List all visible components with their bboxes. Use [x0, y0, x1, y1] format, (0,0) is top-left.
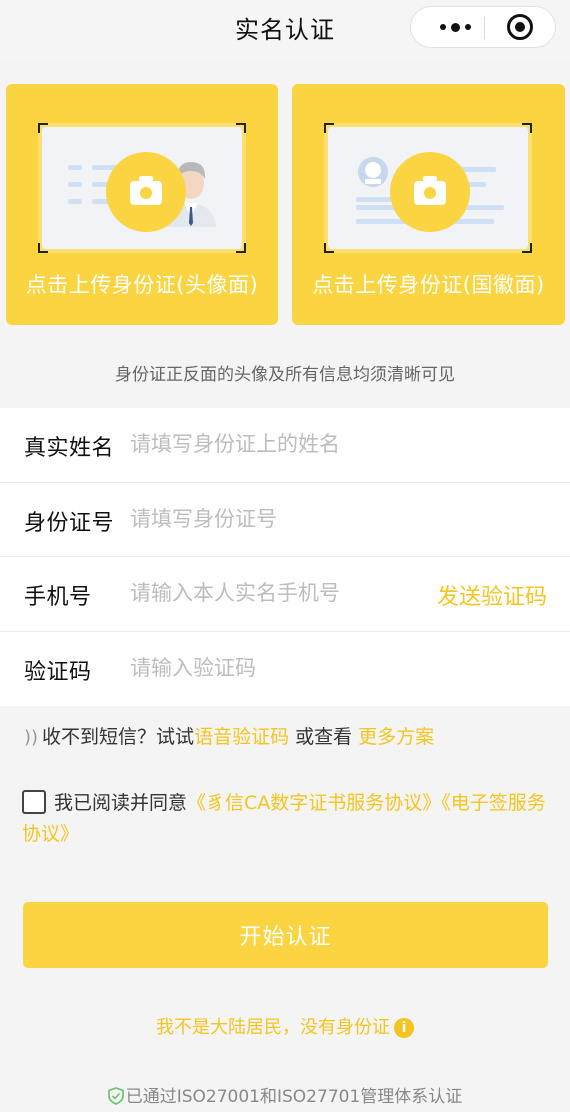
capsule-divider [484, 17, 485, 39]
shield-check-icon [107, 1087, 124, 1105]
emblem-icon [358, 157, 388, 187]
agree-checkbox[interactable] [22, 790, 46, 814]
send-code-button[interactable]: 发送验证码 [437, 579, 547, 611]
camera-icon [130, 176, 162, 205]
certification-text: 已通过ISO27001和ISO27701管理体系认证 [125, 1087, 463, 1107]
id-row: 身份证号 [0, 483, 570, 557]
sound-wave-icon: )) [24, 727, 39, 748]
code-input[interactable] [130, 645, 400, 690]
more-icon[interactable] [427, 7, 483, 47]
not-resident-text: 我不是大陆居民，没有身份证 [156, 1017, 390, 1038]
close-target-icon[interactable] [507, 14, 533, 40]
certification-note: 已通过ISO27001和ISO27701管理体系认证 [0, 1082, 570, 1107]
id-front-illustration [38, 123, 246, 253]
sms-help-middle: 或查看 [289, 726, 359, 748]
sms-help-text: 收不到短信？试试 [42, 726, 195, 748]
code-label: 验证码 [24, 659, 92, 685]
upload-id-front-card[interactable]: 点击上传身份证(头像面) [6, 84, 278, 325]
ca-agreement-link[interactable]: 《豸信CA数字证书服务协议》 [187, 792, 441, 814]
camera-icon [414, 176, 446, 205]
agree-text: 我已阅读并同意 [54, 792, 188, 814]
sms-help: )) 收不到短信？试试语音验证码 或查看 更多方案 [24, 722, 434, 749]
upload-id-back-card[interactable]: 点击上传身份证(国徽面) [292, 84, 565, 325]
name-row: 真实姓名 [0, 408, 570, 483]
more-options-link[interactable]: 更多方案 [358, 726, 434, 748]
voice-code-link[interactable]: 语音验证码 [194, 726, 289, 748]
info-icon[interactable]: i [394, 1018, 414, 1038]
phone-row: 手机号 发送验证码 [0, 557, 570, 632]
camera-button[interactable] [106, 152, 186, 232]
identity-form: 真实姓名 身份证号 手机号 发送验证码 验证码 [0, 408, 570, 706]
code-row: 验证码 [0, 632, 570, 707]
start-verification-button[interactable]: 开始认证 [23, 902, 548, 968]
name-input[interactable] [130, 422, 400, 466]
phone-input[interactable] [130, 571, 400, 615]
id-number-input[interactable] [130, 496, 400, 541]
phone-label: 手机号 [24, 585, 92, 610]
mini-program-capsule [410, 6, 556, 48]
upload-front-label: 点击上传身份证(头像面) [25, 273, 259, 297]
id-number-label: 身份证号 [24, 510, 115, 536]
upload-hint: 身份证正反面的头像及所有信息均须清晰可见 [115, 365, 455, 385]
id-back-illustration [324, 123, 532, 253]
name-label: 真实姓名 [24, 436, 115, 461]
agreement: 我已阅读并同意《豸信CA数字证书服务协议》《电子签服务协议》 [22, 788, 552, 850]
camera-button[interactable] [390, 152, 470, 232]
upload-back-label: 点击上传身份证(国徽面) [312, 273, 545, 297]
not-resident-link[interactable]: 我不是大陆居民，没有身份证 i [0, 1013, 570, 1039]
nav-bar: 实名认证 [0, 0, 570, 60]
